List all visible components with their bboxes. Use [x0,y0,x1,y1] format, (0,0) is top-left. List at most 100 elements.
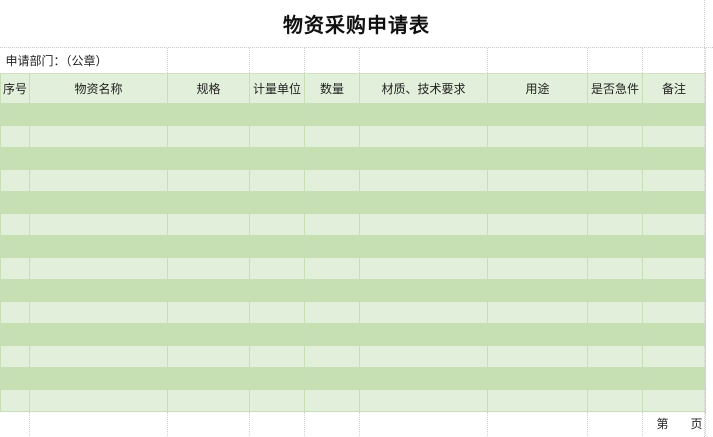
cell[interactable] [359,48,489,74]
table-cell[interactable] [304,212,361,236]
column-header[interactable]: 序号 [0,72,30,104]
table-cell[interactable] [642,190,707,214]
table-cell[interactable] [249,234,306,258]
table-cell[interactable] [304,388,361,412]
table-cell[interactable] [587,190,644,214]
table-cell[interactable] [587,234,644,258]
table-cell[interactable] [249,322,306,346]
cell[interactable] [167,411,250,436]
table-cell[interactable] [28,124,169,148]
table-cell[interactable] [487,102,589,126]
table-cell[interactable] [249,278,306,302]
table-cell[interactable] [304,146,361,170]
table-cell[interactable] [28,256,169,280]
table-cell[interactable] [587,344,644,368]
department-label[interactable]: 申请部门：（公章） [0,48,169,74]
table-cell[interactable] [0,168,30,192]
table-cell[interactable] [0,146,30,170]
table-cell[interactable] [487,256,589,280]
table-cell[interactable] [0,190,30,214]
column-header[interactable]: 备注 [642,72,707,104]
cell[interactable] [249,48,306,74]
table-cell[interactable] [0,388,30,412]
table-cell[interactable] [359,168,489,192]
table-cell[interactable] [249,102,306,126]
table-cell[interactable] [359,322,489,346]
table-cell[interactable] [0,124,30,148]
table-cell[interactable] [0,322,30,346]
table-cell[interactable] [304,344,361,368]
table-cell[interactable] [487,388,589,412]
table-cell[interactable] [28,344,169,368]
table-cell[interactable] [249,190,306,214]
table-cell[interactable] [28,234,169,258]
table-cell[interactable] [0,212,30,236]
table-cell[interactable] [0,256,30,280]
table-cell[interactable] [167,168,251,192]
cell[interactable] [587,411,643,436]
table-cell[interactable] [0,102,30,126]
table-cell[interactable] [359,102,489,126]
table-cell[interactable] [249,256,306,280]
table-cell[interactable] [359,300,489,324]
table-cell[interactable] [0,300,30,324]
table-cell[interactable] [359,190,489,214]
table-cell[interactable] [642,124,707,148]
table-cell[interactable] [359,212,489,236]
table-cell[interactable] [249,344,306,368]
table-cell[interactable] [304,190,361,214]
table-cell[interactable] [587,256,644,280]
table-cell[interactable] [28,102,169,126]
table-cell[interactable] [642,212,707,236]
table-cell[interactable] [587,300,644,324]
table-cell[interactable] [249,146,306,170]
table-cell[interactable] [167,256,251,280]
table-cell[interactable] [167,366,251,390]
table-cell[interactable] [642,322,707,346]
table-cell[interactable] [0,234,30,258]
table-cell[interactable] [167,388,251,412]
table-cell[interactable] [359,124,489,148]
table-cell[interactable] [642,278,707,302]
table-cell[interactable] [359,366,489,390]
page-number-cell[interactable]: 第页 [642,411,706,436]
table-cell[interactable] [487,212,589,236]
column-header[interactable]: 材质、技术要求 [359,72,489,104]
table-cell[interactable] [167,300,251,324]
table-cell[interactable] [359,344,489,368]
table-cell[interactable] [0,344,30,368]
cell[interactable] [0,411,30,436]
table-cell[interactable] [642,344,707,368]
table-cell[interactable] [587,168,644,192]
table-cell[interactable] [249,212,306,236]
table-cell[interactable] [587,366,644,390]
table-cell[interactable] [249,168,306,192]
table-cell[interactable] [167,234,251,258]
table-cell[interactable] [249,300,306,324]
cell[interactable] [587,48,644,74]
table-cell[interactable] [304,234,361,258]
table-cell[interactable] [587,102,644,126]
table-cell[interactable] [28,300,169,324]
cell[interactable] [249,411,305,436]
table-cell[interactable] [587,322,644,346]
table-cell[interactable] [359,388,489,412]
table-cell[interactable] [28,322,169,346]
table-cell[interactable] [249,388,306,412]
table-cell[interactable] [304,366,361,390]
table-cell[interactable] [304,124,361,148]
table-cell[interactable] [304,256,361,280]
table-cell[interactable] [359,278,489,302]
cell[interactable] [487,48,589,74]
cell[interactable] [29,411,168,436]
column-header[interactable]: 规格 [167,72,251,104]
table-cell[interactable] [642,300,707,324]
cell[interactable] [304,48,361,74]
table-cell[interactable] [587,278,644,302]
table-cell[interactable] [587,388,644,412]
table-cell[interactable] [304,168,361,192]
table-cell[interactable] [487,168,589,192]
table-cell[interactable] [167,124,251,148]
table-cell[interactable] [642,388,707,412]
table-cell[interactable] [28,388,169,412]
